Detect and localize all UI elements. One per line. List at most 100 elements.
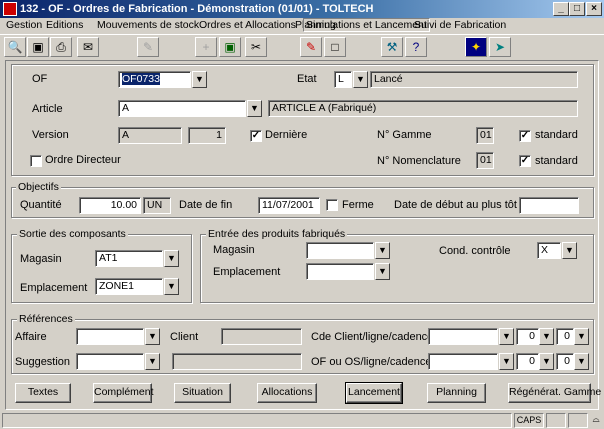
menu-ordres-allocations[interactable]: Ordres et Allocations <box>199 19 296 31</box>
suggestion-label: Suggestion <box>15 356 71 368</box>
magic-wand-icon[interactable]: ✦ <box>465 37 487 57</box>
situation-button[interactable]: Situation <box>174 383 231 403</box>
exit-icon[interactable]: ➤ <box>489 37 511 57</box>
article-dropdown[interactable]: ▼ <box>247 100 262 117</box>
standard-gamme-checkbox[interactable]: ✓ <box>519 130 531 142</box>
suggestion-dropdown[interactable]: ▼ <box>145 353 160 370</box>
version-field: A <box>118 127 182 144</box>
affaire-field[interactable] <box>76 328 144 345</box>
save-icon[interactable]: ▣ <box>219 37 241 57</box>
of-os-ligne-dropdown[interactable]: ▼ <box>539 353 554 370</box>
cond-controle-label: Cond. contrôle <box>439 245 511 257</box>
date-fin-field[interactable]: 11/07/2001 <box>258 197 320 214</box>
sortie-emplacement-dropdown[interactable]: ▼ <box>164 278 179 295</box>
status-message <box>2 413 512 428</box>
menu-bar: Gestion Editions Mouvements de stock Ord… <box>0 18 604 34</box>
entree-magasin-label: Magasin <box>213 244 255 256</box>
cde-ligne-dropdown[interactable]: ▼ <box>539 328 554 345</box>
ordre-directeur-label: Ordre Directeur <box>45 154 121 166</box>
menu-suivi-fabrication[interactable]: Suivi de Fabrication <box>414 19 506 31</box>
version-number-field: 1 <box>188 127 226 144</box>
of-field[interactable]: OF0733 <box>118 71 191 88</box>
regenerat-gamme-button[interactable]: Régénérat. Gamme <box>508 383 601 403</box>
quantite-label: Quantité <box>20 199 62 211</box>
standard-nomenclature-label: standard <box>535 155 578 167</box>
complement-button[interactable]: Complément <box>93 383 154 403</box>
of-os-ligne-field[interactable]: 0 <box>516 353 539 370</box>
minimize-button[interactable]: _ <box>553 2 569 16</box>
title-bar: 132 - OF - Ordres de Fabrication - Démon… <box>0 0 604 18</box>
allocations-button[interactable]: Allocations <box>257 383 317 403</box>
client-field <box>221 328 302 345</box>
sortie-magasin-dropdown[interactable]: ▼ <box>164 250 179 267</box>
scroll-indicator <box>568 413 588 428</box>
nomenclature-field: 01 <box>476 152 494 169</box>
client-label: Client <box>170 331 199 343</box>
new-page-icon[interactable]: □ <box>324 37 346 57</box>
gamme-label: N° Gamme <box>377 129 432 141</box>
sortie-magasin-label: Magasin <box>20 253 62 265</box>
references-legend: Références <box>17 313 75 325</box>
planning-button[interactable]: Planning <box>427 383 486 403</box>
etat-text-field: Lancé <box>370 71 578 88</box>
menu-mouvements-stock[interactable]: Mouvements de stock <box>97 19 199 31</box>
camera-icon[interactable]: ▣ <box>27 37 49 57</box>
entree-magasin-dropdown[interactable]: ▼ <box>375 242 390 259</box>
menu-editions[interactable]: Editions <box>46 19 83 31</box>
of-os-field[interactable] <box>428 353 498 370</box>
article-desc-field: ARTICLE A (Fabriqué) <box>268 100 578 117</box>
lancement-button[interactable]: Lancement <box>345 382 403 404</box>
standard-nomenclature-checkbox[interactable]: ✓ <box>519 155 531 167</box>
nomenclature-label: N° Nomenclature <box>377 155 461 167</box>
article-field[interactable]: A <box>118 100 246 117</box>
search-icon[interactable]: 🔍 <box>4 37 26 57</box>
cut-icon[interactable]: ✂ <box>245 37 267 57</box>
entree-emplacement-label: Emplacement <box>213 266 281 278</box>
affaire-label: Affaire <box>15 331 47 343</box>
of-dropdown[interactable]: ▼ <box>192 71 207 88</box>
mail-icon[interactable]: ✉ <box>77 37 99 57</box>
cde-client-dropdown[interactable]: ▼ <box>499 328 514 345</box>
of-os-cadence-dropdown[interactable]: ▼ <box>574 353 589 370</box>
menu-gestion[interactable]: Gestion <box>6 19 42 31</box>
eraser-icon[interactable]: ✎ <box>300 37 322 57</box>
suggestion-field[interactable] <box>76 353 144 370</box>
tools-icon[interactable]: ⚒ <box>381 37 403 57</box>
add-disabled-icon: + <box>195 37 217 57</box>
ordre-directeur-checkbox[interactable] <box>30 155 42 167</box>
cond-controle-dropdown[interactable]: ▼ <box>562 242 577 259</box>
print-icon[interactable]: ⎙ <box>50 37 72 57</box>
maximize-button[interactable]: □ <box>569 2 585 16</box>
objectifs-legend: Objectifs <box>16 181 61 193</box>
resize-grip[interactable]: ⌓ <box>590 413 602 428</box>
cde-ligne-field[interactable]: 0 <box>516 328 539 345</box>
suggestion-desc-field <box>172 353 302 370</box>
sortie-magasin-field[interactable]: AT1 <box>95 250 163 267</box>
ferme-label: Ferme <box>342 199 374 211</box>
ferme-checkbox[interactable] <box>326 199 338 211</box>
app-icon <box>3 2 17 16</box>
date-debut-field[interactable] <box>519 197 579 214</box>
entree-legend: Entrée des produits fabriqués <box>206 228 348 240</box>
menu-simulations-lancement[interactable]: Simulations et Lancement <box>303 18 430 32</box>
etat-dropdown[interactable]: ▼ <box>353 71 368 88</box>
entree-emplacement-field[interactable] <box>306 263 374 280</box>
derniere-checkbox[interactable]: ✓ <box>250 130 262 142</box>
close-button[interactable]: × <box>586 2 602 16</box>
cde-client-field[interactable] <box>428 328 498 345</box>
sortie-emplacement-field[interactable]: ZONE1 <box>95 278 163 295</box>
quantite-field[interactable]: 10.00 <box>79 197 141 214</box>
entree-magasin-field[interactable] <box>306 242 374 259</box>
of-label: OF <box>32 73 48 85</box>
cond-controle-field[interactable]: X <box>537 242 561 259</box>
cde-cadence-dropdown[interactable]: ▼ <box>574 328 589 345</box>
help-icon[interactable]: ? <box>405 37 427 57</box>
affaire-dropdown[interactable]: ▼ <box>145 328 160 345</box>
etat-code-field[interactable]: L <box>334 71 352 88</box>
window-title: 132 - OF - Ordres de Fabrication - Démon… <box>20 3 374 15</box>
cde-cadence-field[interactable]: 0 <box>556 328 574 345</box>
entree-emplacement-dropdown[interactable]: ▼ <box>375 263 390 280</box>
of-os-cadence-field[interactable]: 0 <box>556 353 574 370</box>
of-os-dropdown[interactable]: ▼ <box>499 353 514 370</box>
textes-button[interactable]: Textes <box>15 383 71 403</box>
